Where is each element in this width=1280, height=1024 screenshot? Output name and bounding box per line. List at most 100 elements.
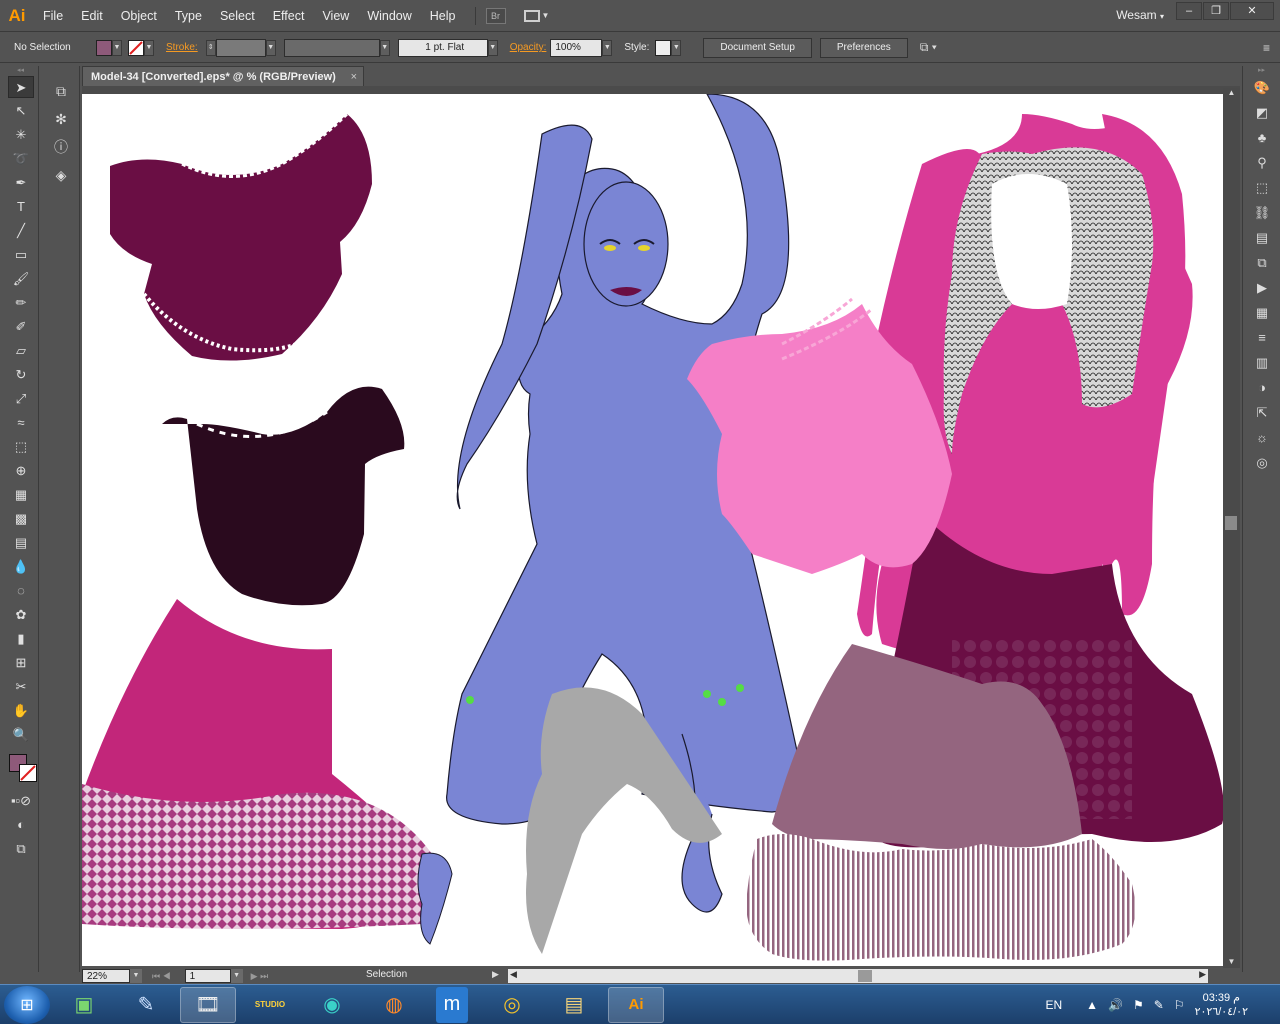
preferences-button[interactable]: Preferences [819,37,908,58]
links-icon[interactable]: ⛓ [1249,202,1275,224]
horizontal-scrollbar[interactable]: ◀ ▶ [508,969,1208,983]
rotate-tool-icon[interactable]: ↻ [8,364,34,386]
panel-menu-icon[interactable]: ≡ [1263,41,1270,55]
studio-icon[interactable]: STUDIO [242,987,298,1023]
menu-object[interactable]: Object [112,1,166,31]
magenta-skirt[interactable] [82,599,432,929]
color-guide-icon[interactable]: ◩ [1249,102,1275,124]
graphic-styles-icon[interactable]: ◎ [1249,452,1275,474]
pathfinder-icon[interactable]: ⧉ [48,80,74,102]
hand-tool-icon[interactable]: ✋ [8,700,34,722]
pen-tray-icon[interactable]: ✎ [1154,998,1164,1012]
stroke-dropdown[interactable]: ▼ [144,39,154,56]
opacity-dropdown[interactable]: ▼ [602,39,613,56]
next-artboard-icon[interactable]: ▶ ⏭ [251,971,269,982]
chrome-icon[interactable]: ◎ [484,987,540,1023]
pen-tool-icon[interactable]: ✒ [8,172,34,194]
blob-brush-tool-icon[interactable]: ✐ [8,316,34,338]
grid-icon[interactable]: ▦ [1249,302,1275,324]
lasso-tool-icon[interactable]: ➰ [8,148,34,170]
gradient-tool-icon[interactable]: ▤ [8,532,34,554]
variable-width-field[interactable] [283,38,380,57]
artboard-number-field[interactable]: 1 [184,969,231,983]
artboard-dropdown[interactable]: ▼ [230,969,243,983]
vertical-scrollbar[interactable]: ▲ ▼ [1223,88,1240,968]
close-tab-icon[interactable]: × [351,67,357,87]
menu-file[interactable]: File [34,1,72,31]
menu-type[interactable]: Type [166,1,211,31]
stroke-label[interactable]: Stroke: [166,42,198,53]
maroon-blouse[interactable] [110,112,372,361]
line-tool-icon[interactable]: ╱ [8,220,34,242]
user-menu[interactable]: Wesam ▾ [1116,8,1164,22]
network-icon[interactable]: ⚑ [1133,998,1144,1012]
bridge-button[interactable]: Br [485,7,506,24]
show-hidden-icons-icon[interactable]: ▲ [1086,998,1098,1012]
edge-icon[interactable]: ◉ [304,987,360,1023]
stroke-swatch[interactable] [128,39,144,56]
fill-stroke-widget[interactable] [7,750,37,786]
arrange-icon[interactable]: ⧉ ▾ [920,40,937,55]
illustrator-taskbar-icon[interactable]: Ai [608,986,664,1023]
fill-dropdown[interactable]: ▼ [112,39,122,56]
volume-icon[interactable]: 🔊 [1108,998,1123,1012]
type-tool-icon[interactable]: T [8,196,34,218]
appearance-icon[interactable]: ☼ [1249,427,1275,449]
panel-grip-icon[interactable]: ▸▸ [1243,66,1280,74]
document-tab[interactable]: Model-34 [Converted].eps* @ % (RGB/Previ… [82,66,364,87]
scroll-down-icon[interactable]: ▼ [1223,957,1240,966]
transparency-icon[interactable]: ◑ [1249,377,1275,399]
zoom-field[interactable]: 22% [82,969,130,983]
zoom-dropdown[interactable]: ▼ [130,969,142,983]
artwork[interactable] [82,94,1223,966]
brushes-icon[interactable]: ⚲ [1249,152,1275,174]
system-monitor-icon[interactable]: ▣ [56,987,112,1023]
shape-builder-tool-icon[interactable]: ⊕ [8,460,34,482]
stroke-panel-icon[interactable]: ≡ [1249,327,1275,349]
menu-view[interactable]: View [313,1,358,31]
style-dropdown[interactable]: ▼ [671,39,682,56]
opacity-label[interactable]: Opacity: [510,42,547,53]
selection-tool-icon[interactable]: ➤ [8,76,34,98]
info-icon[interactable]: ⓘ [48,136,74,158]
rectangle-tool-icon[interactable]: ▭ [8,244,34,266]
hand-shape[interactable] [417,852,453,945]
status-menu-icon[interactable]: ▶ [492,969,499,980]
blend-tool-icon[interactable]: ◌ [8,580,34,602]
artboard-tool-icon[interactable]: ⊞ [8,652,34,674]
color-panel-icon[interactable]: 🎨 [1249,77,1275,99]
file-explorer-icon[interactable]: ▤ [546,987,602,1023]
arrange-documents-button[interactable]: ▼ [523,7,552,25]
scroll-thumb[interactable] [1225,516,1237,530]
brush-definition-field[interactable]: 1 pt. Flat [397,38,488,57]
menu-effect[interactable]: Effect [264,1,314,31]
panel-grip-icon[interactable]: ◂◂ [3,66,38,74]
pathfinder-panel-icon[interactable]: ⧉ [1249,252,1275,274]
firefox-icon[interactable]: ◍ [366,987,422,1023]
symbols-icon[interactable]: ✻ [48,108,74,130]
paintbrush-tool-icon[interactable]: 🖌 [8,268,34,290]
menu-select[interactable]: Select [211,1,264,31]
scroll-left-icon[interactable]: ◀ [510,969,517,980]
swatches-icon[interactable]: ♣ [1249,127,1275,149]
scroll-right-icon[interactable]: ▶ [1199,969,1206,980]
column-graph-tool-icon[interactable]: ▮ [8,628,34,650]
eraser-tool-icon[interactable]: ▱ [8,340,34,362]
color-modes-icon[interactable]: ▪▫⊘ [8,790,34,812]
symbol-sprayer-tool-icon[interactable]: ✿ [8,604,34,626]
warp-tool-icon[interactable]: ≈ [8,412,34,434]
eyedropper-tool-icon[interactable]: 💧 [8,556,34,578]
zoom-tool-icon[interactable]: 🔍 [8,724,34,746]
menu-edit[interactable]: Edit [72,1,112,31]
artboard-canvas[interactable] [82,94,1223,966]
brush-dropdown[interactable]: ▼ [487,39,498,56]
direct-selection-tool-icon[interactable]: ↖ [8,100,34,122]
scale-tool-icon[interactable]: ⤢ [8,388,34,410]
graphic-style-swatch[interactable] [655,39,672,56]
striped-skirt[interactable] [746,834,1136,961]
stroke-weight-field[interactable] [215,38,266,57]
clock[interactable]: م 03:39 ٢٠٢٦/٠٤/٠٢ [1195,991,1248,1019]
transform-icon[interactable]: ⬚ [1249,177,1275,199]
language-indicator[interactable]: EN [1046,998,1063,1012]
scroll-up-icon[interactable]: ▲ [1223,88,1240,97]
